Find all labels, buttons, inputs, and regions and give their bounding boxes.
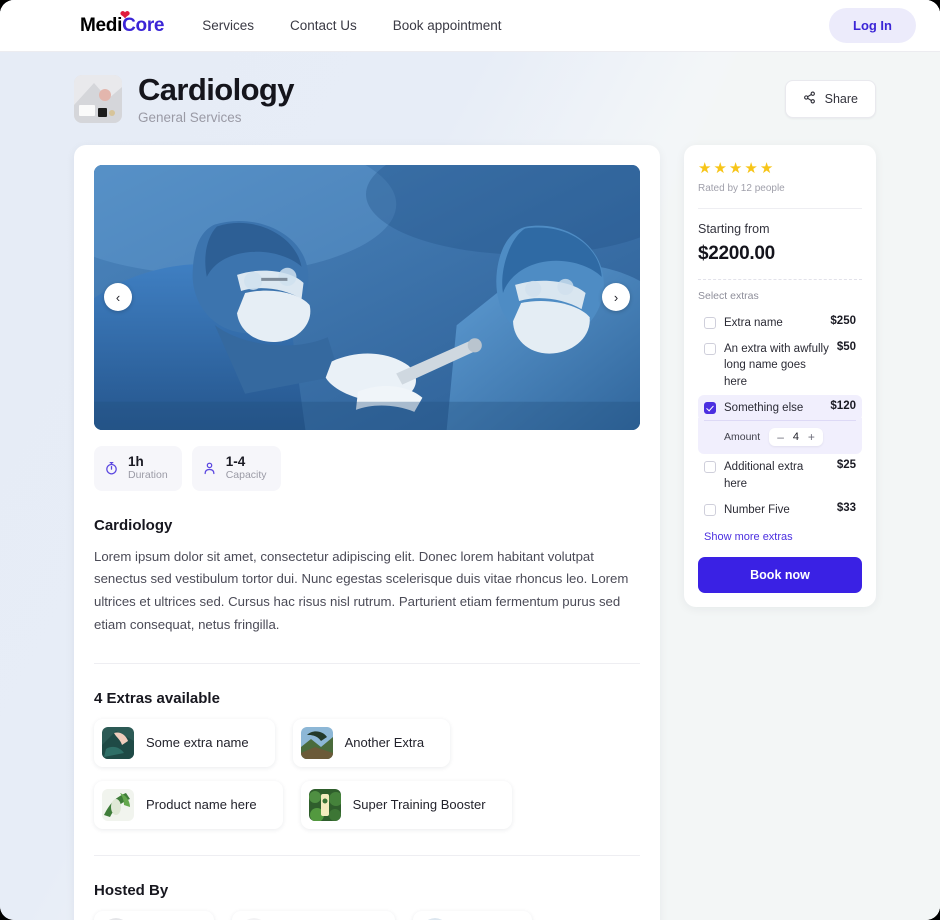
about-description: Lorem ipsum dolor sit amet, consectetur … — [94, 548, 629, 632]
extra-price: $50 — [836, 340, 856, 353]
star-icon: ★ — [713, 159, 727, 177]
stopwatch-icon — [104, 461, 119, 476]
nav-item-contact-us[interactable]: Contact Us — [290, 18, 357, 33]
extra-price: $25 — [836, 459, 856, 472]
nav-item-services[interactable]: Services — [202, 18, 254, 33]
app-viewport: MediCore ❤ Services Contact Us Book appo… — [0, 0, 940, 920]
star-icon: ★ — [728, 159, 743, 177]
hosts-heading: Hosted By — [94, 881, 169, 899]
decrement-button[interactable]: – — [776, 431, 785, 443]
page-subtitle: General Services — [138, 109, 242, 125]
booking-sidebar: ★ ★ ★ ★ ★ Rated by 12 people Starting fr… — [684, 144, 876, 608]
heart-icon: ❤ — [120, 7, 130, 22]
quantity-stepper[interactable]: – 4 + — [769, 428, 823, 447]
nav-links: Services Contact Us Book appointment — [202, 18, 501, 33]
extra-name: An extra with awfully long name goes her… — [724, 342, 829, 388]
page-title: Cardiology — [138, 72, 295, 107]
extra-label: Product name here — [146, 797, 257, 813]
extra-thumbnail — [102, 726, 134, 759]
host-card[interactable]: Tim Tool — [412, 910, 533, 920]
main-detail-card: ‹ › 1h Duration 1-4 Capacity Cardiology … — [74, 144, 660, 920]
extra-checkbox[interactable] — [704, 401, 716, 414]
extra-card[interactable]: Product name here — [94, 780, 283, 829]
extra-price: $250 — [830, 314, 856, 327]
extra-name: Something else — [724, 401, 804, 414]
section-divider-2 — [94, 854, 640, 856]
duration-label: Duration — [128, 469, 168, 482]
sidebar-extra-row[interactable]: Number Five $33 — [698, 497, 862, 523]
capacity-label: Capacity — [225, 469, 267, 482]
extra-card[interactable]: Some extra name — [94, 718, 275, 767]
sidebar-extra-row[interactable]: Additional extra here $25 — [698, 454, 862, 497]
amount-inner: Amount – 4 + — [704, 420, 856, 447]
capacity-value: 1-4 — [225, 453, 246, 469]
login-button[interactable]: Log In — [829, 8, 916, 43]
show-more-extras-link[interactable]: Show more extras — [704, 531, 793, 543]
extra-thumbnail — [300, 726, 333, 759]
share-icon — [803, 91, 816, 107]
book-now-button[interactable]: Book now — [698, 557, 862, 594]
extra-checkbox[interactable] — [704, 461, 716, 474]
carousel-prev-button[interactable]: ‹ — [104, 283, 132, 312]
section-divider-1 — [94, 662, 640, 664]
page-header: Cardiology General Services Share — [0, 52, 940, 125]
extra-card[interactable]: Super Training Booster — [300, 780, 512, 829]
quantity-value: 4 — [792, 431, 799, 444]
starting-from-label: Starting from — [698, 221, 770, 236]
meta-badges: 1h Duration 1-4 Capacity — [94, 445, 640, 491]
extra-label: Some extra name — [146, 735, 249, 751]
duration-texts: 1h Duration — [128, 454, 168, 483]
extra-price: $120 — [830, 399, 856, 412]
duration-badge: 1h Duration — [94, 445, 182, 491]
brand-logo[interactable]: MediCore ❤ — [80, 9, 164, 37]
sidebar-divider — [698, 207, 862, 209]
sidebar-extra-row[interactable]: Extra name $250 — [698, 310, 862, 336]
amount-panel: Amount – 4 + — [698, 418, 862, 455]
amount-label: Amount — [724, 431, 761, 444]
increment-button[interactable]: + — [807, 431, 816, 443]
nav-item-book-appointment[interactable]: Book appointment — [393, 18, 502, 33]
share-button[interactable]: Share — [784, 80, 876, 119]
extra-name: Additional extra here — [724, 461, 804, 490]
rating-count-label: Rated by 12 people — [698, 182, 785, 194]
host-card[interactable]: Kathryn Murphy — [232, 910, 395, 920]
image-carousel: ‹ › — [94, 164, 640, 430]
extra-checkbox[interactable] — [704, 503, 716, 516]
content-area: ‹ › 1h Duration 1-4 Capacity Cardiology … — [0, 125, 940, 920]
extras-list: Some extra name Another Extra Product na… — [94, 718, 640, 829]
rating-stars: ★ ★ ★ ★ ★ — [698, 161, 862, 176]
carousel-next-button[interactable]: › — [602, 283, 630, 312]
star-icon: ★ — [744, 159, 758, 177]
sidebar-dashed-divider — [698, 278, 862, 280]
duration-value: 1h — [128, 453, 144, 469]
extra-label: Another Extra — [344, 735, 425, 751]
person-icon — [202, 461, 217, 476]
title-texts: Cardiology General Services — [138, 72, 785, 125]
service-thumbnail — [74, 75, 122, 124]
extra-label: Super Training Booster — [352, 797, 486, 813]
extras-heading: 4 Extras available — [94, 689, 220, 707]
extra-name: Extra name — [724, 316, 783, 329]
top-navbar: MediCore ❤ Services Contact Us Book appo… — [0, 0, 940, 52]
extra-checkbox[interactable] — [704, 316, 716, 329]
capacity-texts: 1-4 Capacity — [226, 454, 267, 483]
star-icon: ★ — [698, 159, 712, 177]
capacity-badge: 1-4 Capacity — [191, 445, 281, 491]
select-extras-label: Select extras — [698, 289, 759, 302]
share-button-label: Share — [824, 92, 858, 107]
host-card[interactable]: Rob Fox — [94, 910, 215, 920]
hosts-list: Rob Fox Kathryn Murphy Tim Tool — [94, 910, 640, 920]
extra-thumbnail — [308, 788, 341, 821]
extra-card[interactable]: Another Extra — [292, 718, 451, 767]
logo-medi: Medi — [80, 14, 123, 36]
sidebar-extra-row[interactable]: An extra with awfully long name goes her… — [698, 336, 862, 395]
extra-name: Number Five — [724, 503, 790, 516]
extra-price: $33 — [836, 501, 856, 514]
extra-thumbnail — [102, 788, 134, 821]
price-value: $2200.00 — [698, 242, 775, 264]
extra-checkbox[interactable] — [704, 342, 716, 355]
about-heading: Cardiology — [94, 516, 173, 534]
star-icon: ★ — [759, 159, 774, 177]
